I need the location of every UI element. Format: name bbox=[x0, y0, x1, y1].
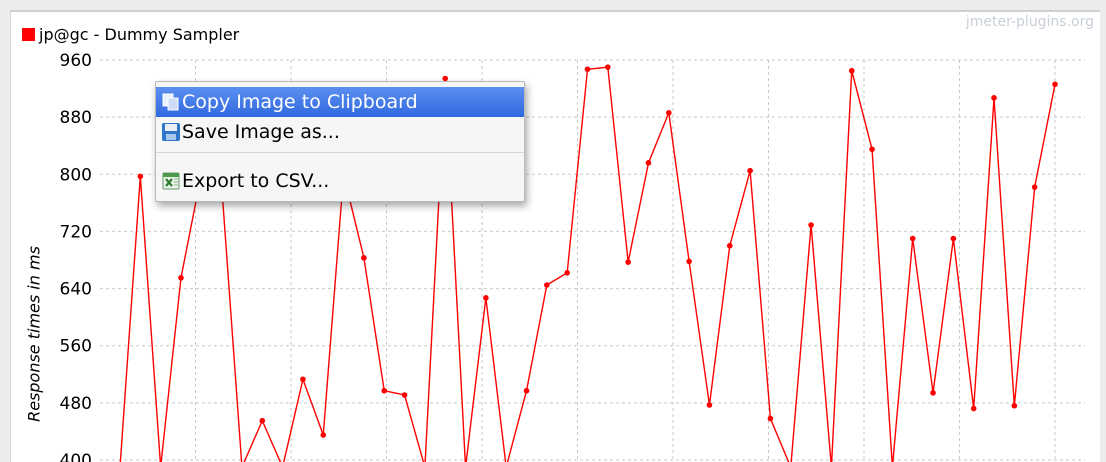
legend-label: jp@gc - Dummy Sampler bbox=[39, 24, 240, 44]
y-axis-ticks: 960 880 800 720 640 560 480 400 bbox=[60, 51, 92, 462]
data-point bbox=[666, 110, 672, 116]
y-tick-label: 560 bbox=[60, 337, 92, 357]
data-point bbox=[970, 405, 977, 412]
data-point bbox=[991, 95, 997, 101]
data-point bbox=[523, 387, 530, 394]
context-menu: Copy Image to Clipboard Save Image as...… bbox=[155, 81, 525, 202]
data-point bbox=[584, 66, 591, 73]
y-tick-label: 720 bbox=[60, 222, 92, 242]
data-point bbox=[401, 392, 408, 398]
data-point bbox=[909, 235, 916, 242]
data-point bbox=[686, 258, 692, 265]
data-point bbox=[726, 242, 733, 249]
data-point bbox=[381, 387, 388, 394]
menu-item-label: Save Image as... bbox=[182, 121, 340, 143]
y-tick-label: 400 bbox=[60, 451, 92, 462]
data-point bbox=[300, 376, 306, 383]
spreadsheet-icon bbox=[162, 172, 180, 190]
menu-item-label: Export to CSV... bbox=[182, 170, 330, 192]
data-point bbox=[869, 146, 875, 153]
data-point bbox=[950, 235, 957, 242]
data-point bbox=[178, 275, 184, 281]
data-point bbox=[361, 255, 367, 261]
data-point bbox=[930, 390, 936, 396]
data-point bbox=[483, 295, 489, 301]
data-point bbox=[645, 160, 652, 166]
data-point bbox=[1052, 81, 1058, 88]
data-point bbox=[605, 64, 611, 70]
floppy-disk-icon bbox=[162, 123, 180, 141]
data-point bbox=[320, 432, 327, 438]
y-tick-label: 480 bbox=[60, 394, 92, 414]
legend-swatch bbox=[22, 27, 35, 41]
data-point bbox=[1011, 402, 1018, 409]
menu-item-copy-image[interactable]: Copy Image to Clipboard bbox=[156, 87, 524, 117]
y-tick-label: 640 bbox=[60, 280, 92, 300]
menu-separator bbox=[156, 152, 524, 153]
y-tick-label: 960 bbox=[60, 51, 92, 71]
data-point bbox=[706, 402, 713, 408]
y-tick-label: 800 bbox=[60, 165, 92, 185]
data-point bbox=[747, 167, 753, 174]
data-point bbox=[808, 222, 814, 228]
data-point bbox=[625, 259, 631, 265]
watermark: jmeter-plugins.org bbox=[965, 14, 1094, 30]
data-point bbox=[544, 282, 550, 288]
y-tick-label: 880 bbox=[60, 108, 92, 128]
y-axis-label: Response times in ms bbox=[24, 246, 44, 422]
data-point bbox=[848, 67, 855, 74]
copy-icon bbox=[162, 93, 179, 111]
response-times-chart: 960 880 800 720 640 560 480 400 bbox=[60, 51, 1085, 462]
data-point bbox=[767, 415, 774, 422]
data-point bbox=[564, 270, 570, 276]
menu-item-save-image[interactable]: Save Image as... bbox=[156, 117, 524, 147]
menu-item-label: Copy Image to Clipboard bbox=[182, 91, 418, 113]
data-point bbox=[137, 173, 144, 180]
chart-legend: jp@gc - Dummy Sampler bbox=[22, 24, 239, 44]
data-point bbox=[259, 417, 266, 424]
data-point bbox=[1031, 184, 1038, 190]
menu-item-export-csv[interactable]: Export to CSV... bbox=[156, 166, 524, 196]
